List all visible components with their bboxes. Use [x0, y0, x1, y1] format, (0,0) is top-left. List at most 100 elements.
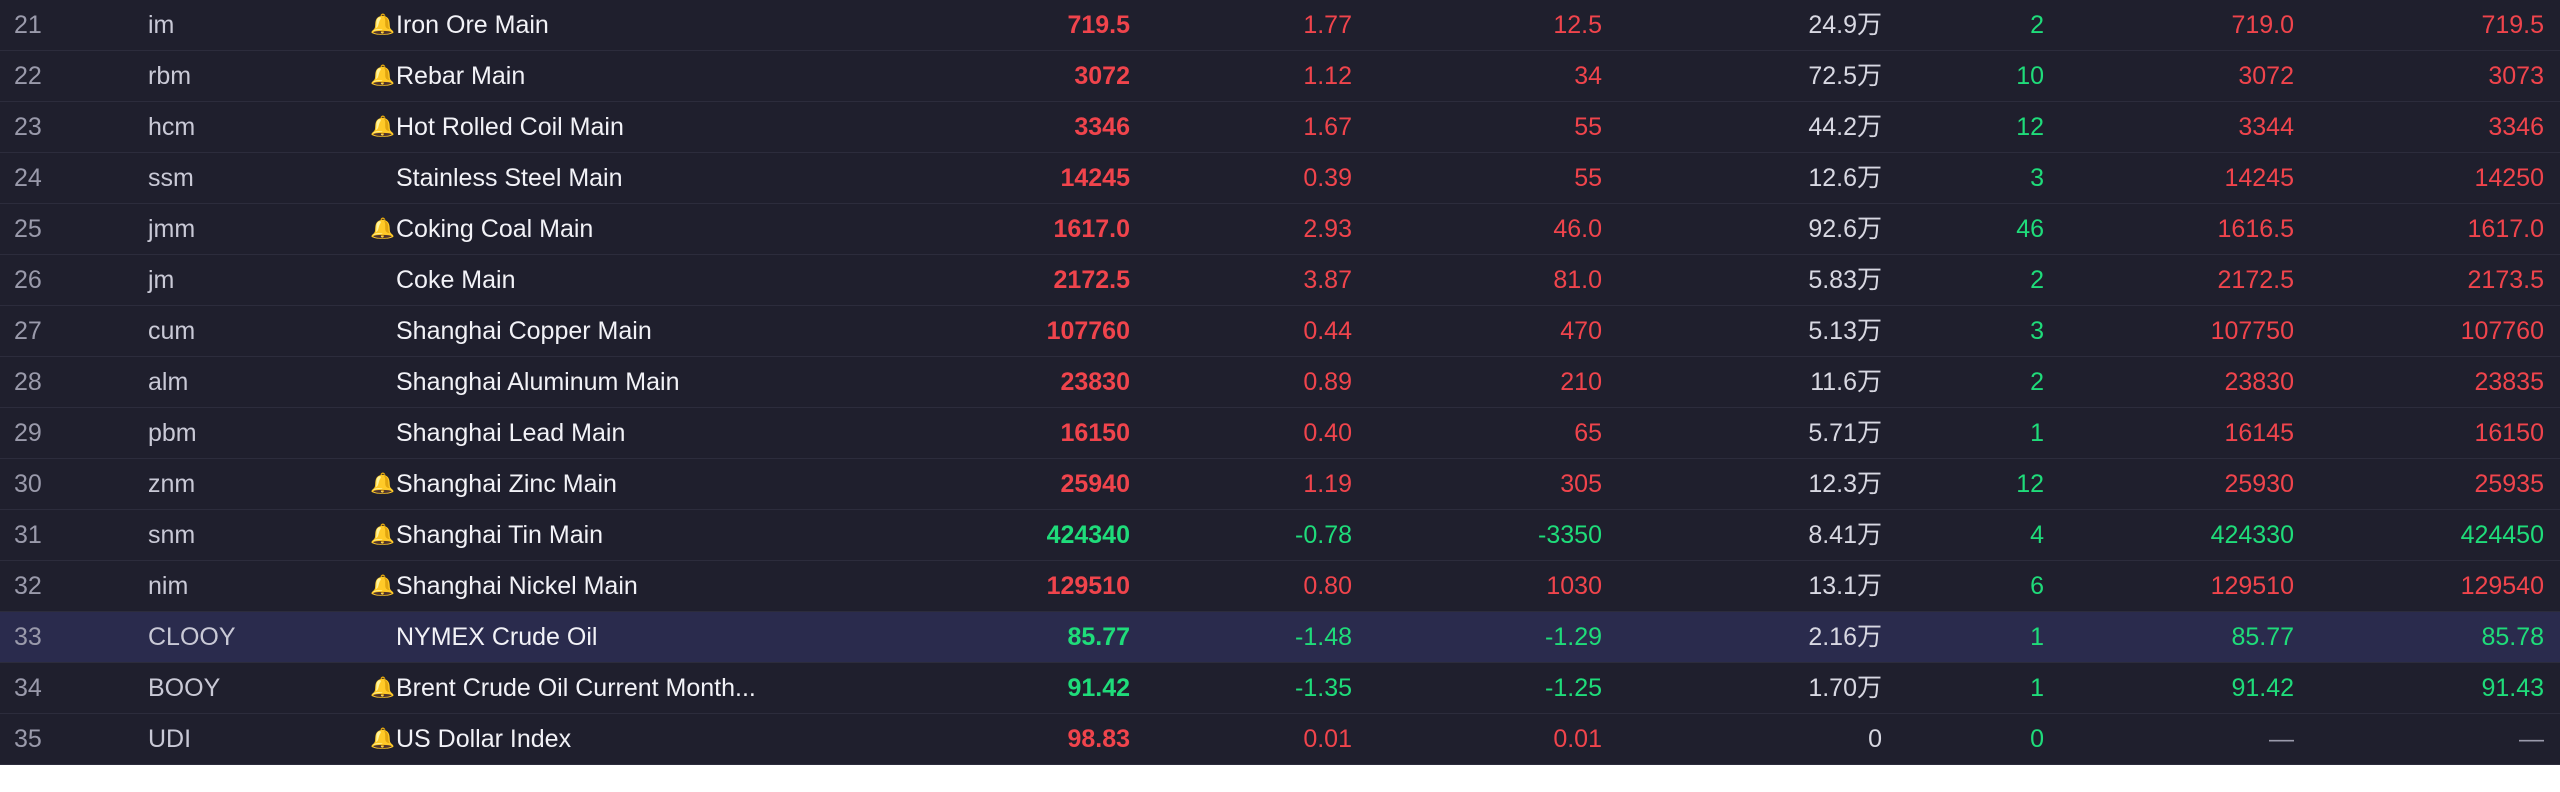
table-row[interactable]: 26 jm 🔔Coke Main 2172.5 3.87 81.0 5.83万 2 2172.5…: [0, 255, 2560, 306]
bell-icon[interactable]: 🔔: [370, 561, 396, 612]
bell-icon[interactable]: 🔔: [370, 204, 396, 255]
table-row[interactable]: 32 nim 🔔Shanghai Nickel Main 129510 0.80 1030…: [0, 561, 2560, 612]
bell-icon[interactable]: 🔔: [370, 102, 396, 153]
bid-price: 91.42: [2231, 674, 2294, 702]
bell-icon[interactable]: 🔔: [370, 663, 396, 714]
volume: 1.70万: [1808, 674, 1882, 702]
last-size: 2: [2030, 368, 2044, 396]
last-size: 1: [2030, 623, 2044, 651]
row-index: 23: [14, 113, 42, 141]
ask-price: 1617.0: [2467, 215, 2544, 243]
bell-icon[interactable]: 🔔: [370, 510, 396, 561]
row-index: 30: [14, 470, 42, 498]
table-row[interactable]: 34 BOOY 🔔Brent Crude Oil Current Month... 9…: [0, 663, 2560, 714]
last-size: 12: [2016, 113, 2044, 141]
bid-price: 2172.5: [2217, 266, 2294, 294]
table-row[interactable]: 25 jmm 🔔Coking Coal Main 1617.0 2.93 46.0 92.6…: [0, 204, 2560, 255]
contract-code: UDI: [148, 725, 192, 753]
contract-name-cell[interactable]: 🔔Hot Rolled Coil Main: [370, 102, 930, 153]
row-index: 21: [14, 11, 42, 39]
volume: 12.3万: [1808, 470, 1882, 498]
volume: 44.2万: [1808, 113, 1882, 141]
last-size: 6: [2030, 572, 2044, 600]
change-amount: -1.25: [1545, 674, 1602, 702]
contract-code: snm: [148, 521, 196, 549]
ask-price: 129540: [2460, 572, 2544, 600]
table-row[interactable]: 31 snm 🔔Shanghai Tin Main 424340 -0.78 -3350 8…: [0, 510, 2560, 561]
change-percent: 0.44: [1303, 317, 1352, 345]
table-row[interactable]: 24 ssm 🔔Stainless Steel Main 14245 0.39 55 12.…: [0, 153, 2560, 204]
table-row[interactable]: 30 znm 🔔Shanghai Zinc Main 25940 1.19 305 12.3…: [0, 459, 2560, 510]
row-index: 28: [14, 368, 42, 396]
contract-name: Shanghai Copper Main: [396, 317, 652, 345]
last-size: 46: [2016, 215, 2044, 243]
contract-code: rbm: [148, 62, 192, 90]
change-percent: 0.80: [1303, 572, 1352, 600]
volume: 5.83万: [1808, 266, 1882, 294]
contract-name-cell[interactable]: 🔔Shanghai Copper Main: [370, 306, 930, 357]
bid-price: 1616.5: [2217, 215, 2294, 243]
contract-name: Rebar Main: [396, 62, 526, 90]
last-price: 23830: [1060, 368, 1130, 396]
contract-name-cell[interactable]: 🔔Shanghai Aluminum Main: [370, 357, 930, 408]
last-price: 3346: [1074, 113, 1130, 141]
last-price: 2172.5: [1053, 266, 1130, 294]
contract-name-cell[interactable]: 🔔Shanghai Lead Main: [370, 408, 930, 459]
table-row[interactable]: 33 CLOOY 🔔NYMEX Crude Oil 85.77 -1.48 -1.29 2.…: [0, 612, 2560, 663]
volume: 11.6万: [1810, 368, 1882, 396]
table-row[interactable]: 35 UDI 🔔US Dollar Index 98.83 0.01 0.01 0 0 — —: [0, 714, 2560, 765]
last-size: 2: [2030, 11, 2044, 39]
contract-name-cell[interactable]: 🔔Shanghai Zinc Main: [370, 459, 930, 510]
row-index: 34: [14, 674, 42, 702]
contract-name-cell[interactable]: 🔔US Dollar Index: [370, 714, 930, 765]
bid-price: 16145: [2224, 419, 2294, 447]
contract-name-cell[interactable]: 🔔Iron Ore Main: [370, 0, 930, 51]
change-amount: 55: [1574, 164, 1602, 192]
last-price: 107760: [1046, 317, 1130, 345]
contract-name-cell[interactable]: 🔔NYMEX Crude Oil: [370, 612, 930, 663]
change-amount: 81.0: [1553, 266, 1602, 294]
contract-name-cell[interactable]: 🔔Rebar Main: [370, 51, 930, 102]
row-index: 35: [14, 725, 42, 753]
change-percent: 0.89: [1303, 368, 1352, 396]
bell-icon[interactable]: 🔔: [370, 714, 396, 765]
contract-code: BOOY: [148, 674, 221, 702]
table-row[interactable]: 29 pbm 🔔Shanghai Lead Main 16150 0.40 65 5.71万…: [0, 408, 2560, 459]
last-size: 2: [2030, 266, 2044, 294]
row-index: 26: [14, 266, 42, 294]
contract-name-cell[interactable]: 🔔Stainless Steel Main: [370, 153, 930, 204]
change-percent: -1.48: [1295, 623, 1352, 651]
contract-name: NYMEX Crude Oil: [396, 623, 598, 651]
contract-code: jmm: [148, 215, 196, 243]
table-row[interactable]: 21 im 🔔Iron Ore Main 719.5 1.77 12.5 24.9万 2 719…: [0, 0, 2560, 51]
bell-icon[interactable]: 🔔: [370, 459, 396, 510]
volume: 8.41万: [1808, 521, 1882, 549]
bell-icon[interactable]: 🔔: [370, 51, 396, 102]
change-percent: 1.19: [1303, 470, 1352, 498]
change-percent: -1.35: [1295, 674, 1352, 702]
last-price: 424340: [1046, 521, 1130, 549]
bell-icon[interactable]: 🔔: [370, 0, 396, 51]
contract-name-cell[interactable]: 🔔Coking Coal Main: [370, 204, 930, 255]
contract-code: im: [148, 11, 175, 39]
bid-price: —: [2269, 725, 2294, 753]
row-index: 33: [14, 623, 42, 651]
contract-name-cell[interactable]: 🔔Shanghai Tin Main: [370, 510, 930, 561]
contract-name-cell[interactable]: 🔔Shanghai Nickel Main: [370, 561, 930, 612]
contract-name-cell[interactable]: 🔔Brent Crude Oil Current Month...: [370, 663, 930, 714]
table-row[interactable]: 22 rbm 🔔Rebar Main 3072 1.12 34 72.5万 10 3072 307…: [0, 51, 2560, 102]
row-index: 25: [14, 215, 42, 243]
table-row[interactable]: 27 cum 🔔Shanghai Copper Main 107760 0.44 470 5…: [0, 306, 2560, 357]
ask-price: 2173.5: [2467, 266, 2544, 294]
ask-price: 719.5: [2481, 11, 2544, 39]
quote-table: 21 im 🔔Iron Ore Main 719.5 1.77 12.5 24.9万 2 719…: [0, 0, 2560, 765]
volume: 24.9万: [1808, 11, 1882, 39]
volume: 2.16万: [1808, 623, 1882, 651]
table-row[interactable]: 23 hcm 🔔Hot Rolled Coil Main 3346 1.67 55 44.2…: [0, 102, 2560, 153]
row-index: 31: [14, 521, 42, 549]
contract-name: Shanghai Aluminum Main: [396, 368, 680, 396]
contract-code: nim: [148, 572, 189, 600]
change-amount: 12.5: [1553, 11, 1602, 39]
table-row[interactable]: 28 alm 🔔Shanghai Aluminum Main 23830 0.89 210…: [0, 357, 2560, 408]
contract-name-cell[interactable]: 🔔Coke Main: [370, 255, 930, 306]
